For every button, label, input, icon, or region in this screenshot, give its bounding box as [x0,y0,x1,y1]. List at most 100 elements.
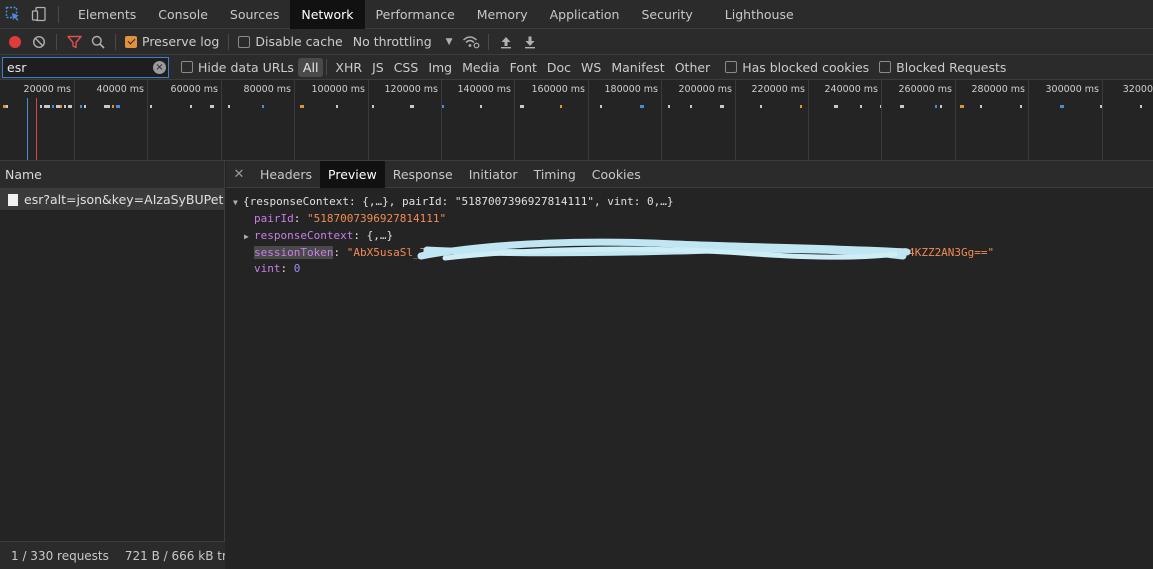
timeline-tick-label: 40000 ms [96,84,144,95]
json-colon: : [293,212,307,226]
tab-preview[interactable]: Preview [320,160,385,188]
blocked-requests-check-icon[interactable] [879,61,892,73]
network-overview-timeline[interactable]: 20000 ms 40000 ms 60000 ms 80000 ms 100000 m… [0,80,1153,161]
filter-type-other[interactable]: Other [670,58,716,77]
network-conditions-icon[interactable] [459,29,483,55]
request-blip [372,105,374,108]
transfer-size: 721 B / 666 kB tran [124,548,225,563]
json-key-pairid: pairId [254,212,294,226]
request-blips [3,105,1142,108]
tab-sources[interactable]: Sources [219,0,290,29]
filter-type-media[interactable]: Media [457,58,505,77]
timeline-tick-label: 32000 [1122,84,1153,95]
timeline-gridline [514,80,515,160]
close-icon[interactable]: ✕ [226,167,252,182]
filter-type-ws[interactable]: WS [576,58,606,77]
has-blocked-cookies-checkbox[interactable]: Has blocked cookies [721,60,873,75]
preserve-log-checkbox[interactable]: Preserve log [121,34,223,49]
clear-icon[interactable] [27,29,51,55]
json-value-vint: 0 [293,262,301,276]
request-blip [1140,105,1142,108]
preserve-log-check-icon[interactable] [125,35,137,48]
timeline-gridline [221,80,222,160]
disable-cache-check-icon[interactable] [238,35,251,48]
tab-cookies[interactable]: Cookies [584,161,649,188]
hide-data-urls-checkbox[interactable]: Hide data URLs [177,60,298,75]
request-blip [40,105,42,108]
tab-network[interactable]: Network [290,0,365,29]
has-blocked-cookies-check-icon[interactable] [725,61,738,73]
timeline-tick-label: 60000 ms [170,84,218,95]
request-blip [80,105,82,108]
request-blip [56,105,60,108]
tab-elements[interactable]: Elements [67,0,147,29]
throttling-select[interactable]: No throttling ▼ [347,34,459,49]
request-blip [112,105,114,108]
tab-response[interactable]: Response [385,161,461,188]
filter-type-manifest[interactable]: Manifest [606,58,669,77]
tab-console[interactable]: Console [147,0,219,29]
filter-icon[interactable] [62,29,86,55]
hide-data-urls-check-icon[interactable] [181,61,193,73]
request-blip [720,105,724,108]
toolbar-separator [56,33,57,50]
filter-type-doc[interactable]: Doc [542,58,576,77]
json-value-pairid: "5187007396927814111" [307,212,447,226]
json-root-line[interactable]: ▼ {responseContext: {,…}, pairId: "518700… [233,194,1153,211]
redaction-scribble [417,238,911,261]
filter-type-js[interactable]: JS [367,58,389,77]
disable-cache-checkbox[interactable]: Disable cache [234,34,346,49]
request-blip [690,105,692,108]
json-vint-line: vint: 0 [233,261,1153,277]
tab-timing[interactable]: Timing [526,161,584,188]
chevron-down-icon: ▼ [445,36,453,47]
json-key-vint: vint [254,262,281,276]
tab-lighthouse[interactable]: Lighthouse [714,0,805,29]
timeline-gridline [588,80,589,160]
tab-memory[interactable]: Memory [466,0,539,29]
request-blip [560,105,562,108]
filter-type-font[interactable]: Font [505,58,542,77]
tab-initiator[interactable]: Initiator [461,161,526,188]
requests-panel: Name esr?alt=json&key=AIzaSyBUPetS... 1 … [0,161,225,569]
filter-type-css[interactable]: CSS [389,58,424,77]
filter-input[interactable] [3,59,143,75]
inspect-element-icon[interactable] [0,0,26,29]
blocked-requests-checkbox[interactable]: Blocked Requests [875,60,1010,75]
timeline-tick-label: 180000 ms [604,84,659,95]
filter-type-all[interactable]: All [297,57,324,77]
request-blip [52,105,54,108]
timeline-tick-label: 240000 ms [824,84,879,95]
blocked-requests-label: Blocked Requests [896,59,1007,75]
device-toolbar-icon[interactable] [26,0,52,29]
search-icon[interactable] [86,29,110,55]
request-row[interactable]: esr?alt=json&key=AIzaSyBUPetS... [0,189,224,210]
request-blip [104,105,108,108]
tab-security[interactable]: Security [630,0,703,29]
request-blip [600,105,602,108]
request-detail-panel: ✕ Headers Preview Response Initiator Tim… [226,160,1153,569]
request-blip [68,105,72,108]
request-blip [60,105,62,108]
timeline-gridline [881,80,882,160]
filter-search-box[interactable]: × [2,56,169,78]
has-blocked-cookies-label: Has blocked cookies [742,59,870,75]
request-blip [980,105,982,108]
filter-type-img[interactable]: Img [423,58,457,77]
import-har-icon[interactable] [494,29,518,55]
filter-type-xhr[interactable]: XHR [330,58,367,77]
expand-down-icon[interactable]: ▼ [233,195,243,211]
request-blip [860,105,862,108]
json-colon: : [280,262,294,276]
expand-right-icon[interactable]: ▶ [244,229,254,245]
record-icon[interactable] [3,29,27,55]
tab-performance[interactable]: Performance [365,0,466,29]
hide-data-urls-label: Hide data URLs [198,59,294,75]
tab-application[interactable]: Application [539,0,631,29]
request-blip [336,105,338,108]
name-column-header[interactable]: Name [0,161,224,189]
tab-headers[interactable]: Headers [252,161,320,188]
export-har-icon[interactable] [518,29,542,55]
timeline-gridline [441,80,442,160]
clear-filter-icon[interactable]: × [153,60,166,74]
